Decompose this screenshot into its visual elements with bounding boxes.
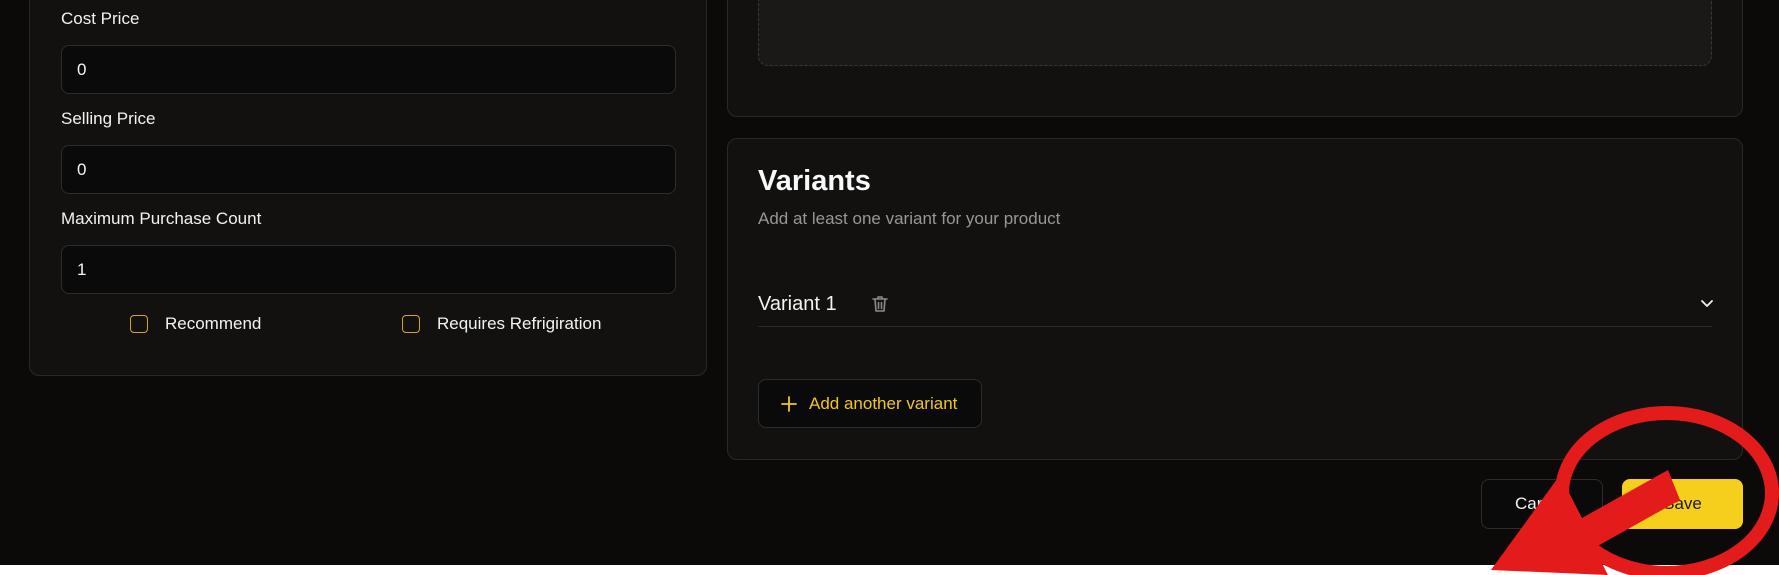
media-card — [727, 0, 1743, 117]
selling-price-input[interactable] — [61, 145, 676, 194]
max-purchase-input[interactable] — [61, 245, 676, 294]
save-label: Save — [1663, 494, 1702, 513]
save-button[interactable]: Save — [1622, 479, 1743, 529]
max-purchase-label: Maximum Purchase Count — [61, 209, 262, 228]
add-variant-label: Add another variant — [809, 393, 958, 413]
plus-icon — [781, 395, 797, 412]
recommend-label: Recommend — [165, 314, 262, 333]
cost-price-label: Cost Price — [61, 9, 140, 28]
variant-name: Variant 1 — [758, 293, 837, 315]
product-form-page: Cost Price Selling Price Maximum Purchas… — [0, 0, 1779, 565]
selling-price-label: Selling Price — [61, 109, 156, 128]
variants-description: Add at least one variant for your produc… — [758, 209, 1061, 228]
trash-icon[interactable] — [870, 294, 890, 314]
variants-title: Variants — [758, 165, 871, 197]
cost-price-input[interactable] — [61, 45, 676, 94]
refrigeration-option[interactable]: Requires Refrigiration — [402, 314, 601, 334]
variant-accordion-row[interactable] — [758, 269, 1712, 327]
refrigeration-label: Requires Refrigiration — [437, 314, 602, 333]
recommend-checkbox[interactable] — [130, 315, 148, 333]
image-dropzone[interactable] — [758, 0, 1712, 66]
add-variant-button[interactable]: Add another variant — [758, 379, 982, 428]
chevron-down-icon[interactable] — [1699, 298, 1715, 310]
variants-card: Variants Add at least one variant for yo… — [727, 138, 1743, 460]
refrigeration-checkbox[interactable] — [402, 315, 420, 333]
cancel-button[interactable]: Cancel — [1481, 479, 1603, 529]
recommend-option[interactable]: Recommend — [130, 314, 261, 334]
cancel-label: Cancel — [1515, 494, 1568, 513]
